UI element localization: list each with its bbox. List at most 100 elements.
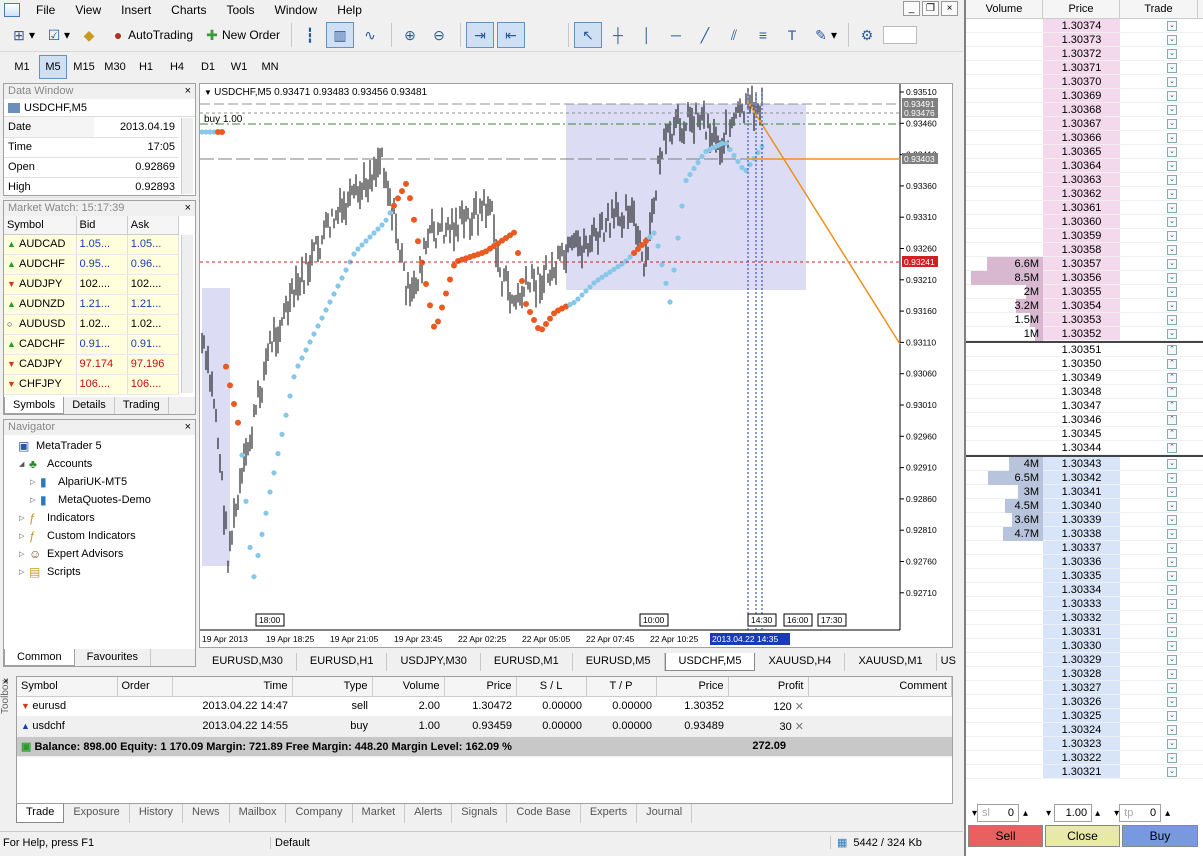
close-icon[interactable]: × (3, 676, 9, 687)
collapse-icon[interactable]: ⌃ (1167, 429, 1177, 439)
tf-m5[interactable]: M5 (39, 54, 67, 79)
navigator-item[interactable]: ▷ ƒ Indicators (4, 509, 195, 527)
new-chart-button[interactable]: ⊞ ▾ (6, 22, 38, 48)
expand-icon[interactable]: ◢ (19, 460, 29, 468)
trade-row[interactable]: ▲ usdchf 2013.04.22 14:55 buy 1.00 0.934… (17, 716, 952, 737)
menu-view[interactable]: View (65, 3, 111, 17)
collapse-icon[interactable]: ⌃ (1167, 345, 1177, 355)
navigator-item[interactable]: ▷ ▤ Scripts (4, 563, 195, 581)
tab-code-base[interactable]: Code Base (507, 804, 581, 823)
order-icon[interactable]: ⌄ (1167, 49, 1177, 59)
dom-row[interactable]: 1.30325 ⌄ (966, 709, 1203, 723)
tab-common[interactable]: Common (4, 649, 75, 666)
dom-row[interactable]: 1.30327 ⌄ (966, 681, 1203, 695)
order-icon[interactable]: ⌄ (1167, 329, 1177, 339)
auto-scroll-button[interactable]: ⇥ (466, 22, 495, 48)
order-icon[interactable]: ⌄ (1167, 301, 1177, 311)
close-position-icon[interactable]: ✕ (795, 701, 804, 713)
volume-up-icon[interactable]: ▴ (1095, 808, 1100, 819)
buy-button[interactable]: Buy (1122, 825, 1198, 847)
collapse-icon[interactable]: ⌃ (1167, 443, 1177, 453)
order-icon[interactable]: ⌄ (1167, 287, 1177, 297)
trade-row[interactable]: ▼ eurusd 2013.04.22 14:47 sell 2.00 1.30… (17, 696, 952, 717)
equidistant-channel-button[interactable]: ⫽ (721, 22, 747, 48)
market-watch-row[interactable]: ▼ AUDJPY 102.... 102.... (4, 274, 180, 295)
collapse-icon[interactable]: ⌃ (1167, 359, 1177, 369)
dom-row[interactable]: 1.30374 ⌄ (966, 19, 1203, 33)
chart-tab[interactable]: XAUUSD,H4 (755, 653, 846, 671)
expand-icon[interactable]: ▷ (19, 514, 29, 522)
volume-input[interactable]: 1.00 (1054, 804, 1093, 822)
order-icon[interactable]: ⌄ (1167, 273, 1177, 283)
order-icon[interactable]: ⌄ (1167, 315, 1177, 325)
tf-d1[interactable]: D1 (194, 55, 222, 79)
dom-row[interactable]: 1.30350 ⌃ (966, 357, 1203, 371)
navigator-item[interactable]: ▷ ▮ AlpariUK-MT5 (4, 473, 195, 491)
dom-row[interactable]: 1.30347 ⌃ (966, 399, 1203, 413)
dom-row[interactable]: 1.30360 ⌄ (966, 215, 1203, 229)
order-icon[interactable]: ⌄ (1167, 767, 1177, 777)
tab-exposure[interactable]: Exposure (64, 804, 130, 823)
dom-row[interactable]: 6.6M 1.30357 ⌄ (966, 257, 1203, 271)
dom-row[interactable]: 1.5M 1.30353 ⌄ (966, 313, 1203, 327)
horizontal-line-button[interactable]: ─ (663, 22, 689, 48)
menu-insert[interactable]: Insert (111, 3, 161, 17)
dom-row[interactable]: 4.5M 1.30340 ⌄ (966, 499, 1203, 513)
vertical-line-button[interactable]: │ (634, 22, 660, 48)
dom-row[interactable]: 1.30324 ⌄ (966, 723, 1203, 737)
dom-row[interactable]: 1M 1.30352 ⌄ (966, 327, 1203, 341)
navigator-item[interactable]: ▷ ☺ Expert Advisors (4, 545, 195, 563)
expand-icon[interactable]: ▷ (30, 496, 40, 504)
close-button[interactable]: Close (1045, 825, 1120, 847)
menu-tools[interactable]: Tools (217, 3, 265, 17)
tab-mailbox[interactable]: Mailbox (230, 804, 287, 823)
dom-row[interactable]: 1.30365 ⌄ (966, 145, 1203, 159)
dom-row[interactable]: 1.30336 ⌄ (966, 555, 1203, 569)
settings-button[interactable]: ⚙ (854, 22, 880, 48)
chart-tab[interactable]: USDJPY,M30 (387, 653, 481, 671)
navigator-item[interactable]: ▷ ƒ Custom Indicators (4, 527, 195, 545)
sl-input[interactable]: sl 0 (977, 804, 1020, 822)
dom-row[interactable]: 1.30366 ⌄ (966, 131, 1203, 145)
chart-tab[interactable]: EURUSD,M1 (481, 653, 573, 671)
order-icon[interactable]: ⌄ (1167, 725, 1177, 735)
order-icon[interactable]: ⌄ (1167, 613, 1177, 623)
candlestick-button[interactable]: ▥ (326, 22, 355, 48)
dom-row[interactable]: 1.30326 ⌄ (966, 695, 1203, 709)
tab-details[interactable]: Details (64, 397, 115, 414)
autotrading-button[interactable]: ● AutoTrading (105, 22, 196, 48)
tf-m15[interactable]: M15 (70, 55, 98, 79)
tab-trade[interactable]: Trade (16, 804, 65, 823)
new-order-button[interactable]: ✚ New Order (199, 22, 283, 48)
tf-h1[interactable]: H1 (132, 55, 160, 79)
dom-row[interactable]: 3M 1.30341 ⌄ (966, 485, 1203, 499)
cursor-button[interactable]: ↖ (574, 22, 603, 48)
order-icon[interactable]: ⌄ (1167, 501, 1177, 511)
dom-row[interactable]: 1.30334 ⌄ (966, 583, 1203, 597)
menu-file[interactable]: File (26, 3, 65, 17)
dom-row[interactable]: 1.30363 ⌄ (966, 173, 1203, 187)
close-position-icon[interactable]: ✕ (795, 721, 804, 733)
chart-tab[interactable]: EURUSD,M30 (199, 653, 297, 671)
order-icon[interactable]: ⌄ (1167, 459, 1177, 469)
order-icon[interactable]: ⌄ (1167, 203, 1177, 213)
zoom-in-button[interactable]: ⊕ (397, 22, 423, 48)
tf-h4[interactable]: H4 (163, 55, 191, 79)
tab-experts[interactable]: Experts (581, 804, 638, 823)
dom-row[interactable]: 1.30348 ⌃ (966, 385, 1203, 399)
market-watch-row[interactable]: ○ AUDUSD 1.02... 1.02... (4, 314, 180, 335)
price-chart[interactable]: 0.935100.934600.934100.933600.933100.932… (199, 84, 952, 647)
tf-m30[interactable]: M30 (101, 55, 129, 79)
order-icon[interactable]: ⌄ (1167, 697, 1177, 707)
shapes-button[interactable]: ✎ ▾ (808, 22, 840, 48)
menu-charts[interactable]: Charts (161, 3, 216, 17)
expand-icon[interactable]: ▷ (19, 568, 29, 576)
chart-tab[interactable]: US (937, 653, 960, 671)
order-icon[interactable]: ⌄ (1167, 683, 1177, 693)
dom-row[interactable]: 1.30370 ⌄ (966, 75, 1203, 89)
dom-row[interactable]: 1.30345 ⌃ (966, 427, 1203, 441)
dom-row[interactable]: 1.30344 ⌃ (966, 441, 1203, 455)
dom-row[interactable]: 4.7M 1.30338 ⌄ (966, 527, 1203, 541)
tab-market[interactable]: Market (353, 804, 406, 823)
collapse-icon[interactable]: ⌃ (1167, 401, 1177, 411)
